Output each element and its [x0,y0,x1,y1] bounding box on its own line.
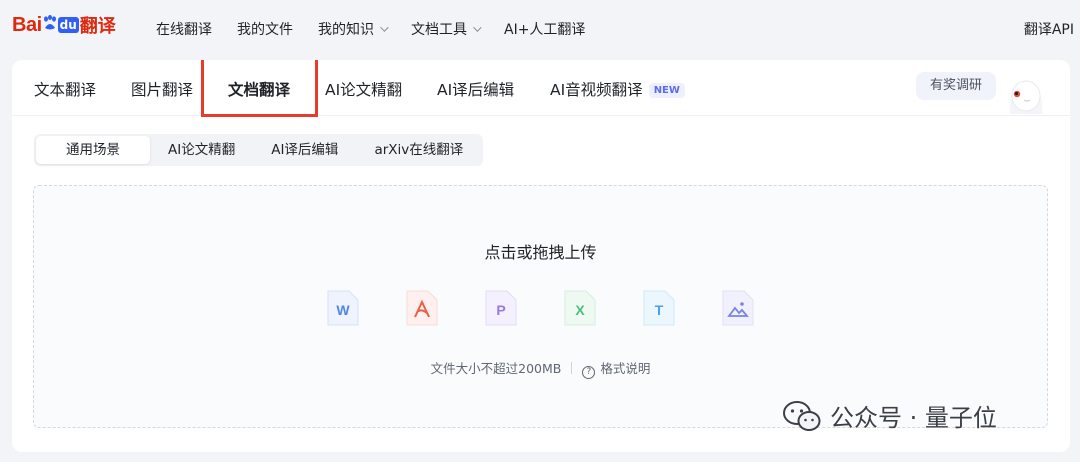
watermark-text: 公众号 · 量子位 [830,404,997,432]
chevron-down-icon [380,23,389,32]
svg-text:P: P [496,302,505,318]
tab-ai-post-edit[interactable]: AI译后编辑 [437,78,514,100]
divider [571,362,573,374]
logo-du: du [57,17,79,33]
nav-ai-human-translate[interactable]: AI+人工翻译 [504,19,585,39]
main-nav: 在线翻译 我的文件 我的知识 文档工具 AI+人工翻译 [156,19,610,39]
survey-button[interactable]: 有奖调研 [916,72,996,100]
highlight-box [201,60,318,117]
text-file-icon: T [643,290,675,326]
subtab-general[interactable]: 通用场景 [36,136,150,164]
paw-icon [43,15,57,35]
nav-translate-api[interactable]: 翻译API [1024,19,1074,39]
file-type-icons: W P X T [325,288,799,328]
ppt-file-icon: P [485,290,517,326]
nav-doc-tools[interactable]: 文档工具 [411,19,482,39]
pdf-file-icon [406,290,438,326]
logo-text: Bai [12,13,42,36]
tab-text-translate[interactable]: 文本翻译 [34,78,96,100]
svg-text:W: W [336,302,350,318]
nav-online-translate[interactable]: 在线翻译 [156,19,212,39]
question-icon: ? [582,366,596,379]
mode-tabs: 文本翻译 图片翻译 文档翻译 AI论文精翻 AI译后编辑 AI音视频翻译 NEW … [12,60,1070,117]
watermark: 公众号 · 量子位 [782,398,997,433]
subtab-ai-post-edit[interactable]: AI译后编辑 [253,136,356,164]
nav-my-knowledge[interactable]: 我的知识 [318,19,389,39]
subtab-ai-paper[interactable]: AI论文精翻 [150,136,253,164]
format-help-label: 格式说明 [600,361,651,376]
svg-text:X: X [575,302,585,318]
top-navbar: Bai du 翻译 在线翻译 我的文件 我的知识 文档工具 AI+人工翻译 翻译… [0,0,1080,58]
tab-ai-av-label: AI音视频翻译 [550,81,643,99]
wechat-icon [783,400,821,431]
upload-title: 点击或拖拽上传 [484,243,597,262]
mascot-avatar[interactable] [1004,70,1048,114]
logo-fanyi: 翻译 [79,16,116,37]
baidu-translate-logo[interactable]: Bai du 翻译 [12,8,116,42]
tab-ai-paper-translate[interactable]: AI论文精翻 [325,78,402,100]
svg-text:T: T [655,302,664,318]
tab-image-translate[interactable]: 图片翻译 [131,78,193,100]
upload-dropzone[interactable]: 点击或拖拽上传 W P X T 文件大小不超过200MB ? 格式说明 [33,185,1048,428]
chevron-down-icon [473,23,482,32]
image-file-icon [722,290,754,326]
nav-my-files[interactable]: 我的文件 [237,19,293,39]
format-help-link[interactable]: ? 格式说明 [582,361,651,379]
new-badge: NEW [648,83,685,98]
translate-card: 文本翻译 图片翻译 文档翻译 AI论文精翻 AI译后编辑 AI音视频翻译 NEW … [12,60,1070,452]
tab-ai-av-translate[interactable]: AI音视频翻译 NEW [550,78,685,100]
word-file-icon: W [327,290,359,326]
subtab-arxiv[interactable]: arXiv在线翻译 [356,136,481,164]
upload-meta: 文件大小不超过200MB? 格式说明 [34,358,1047,379]
excel-file-icon: X [564,290,596,326]
scenario-subtabs: 通用场景 AI论文精翻 AI译后编辑 arXiv在线翻译 [34,134,484,166]
size-limit-text: 文件大小不超过200MB [430,361,562,376]
